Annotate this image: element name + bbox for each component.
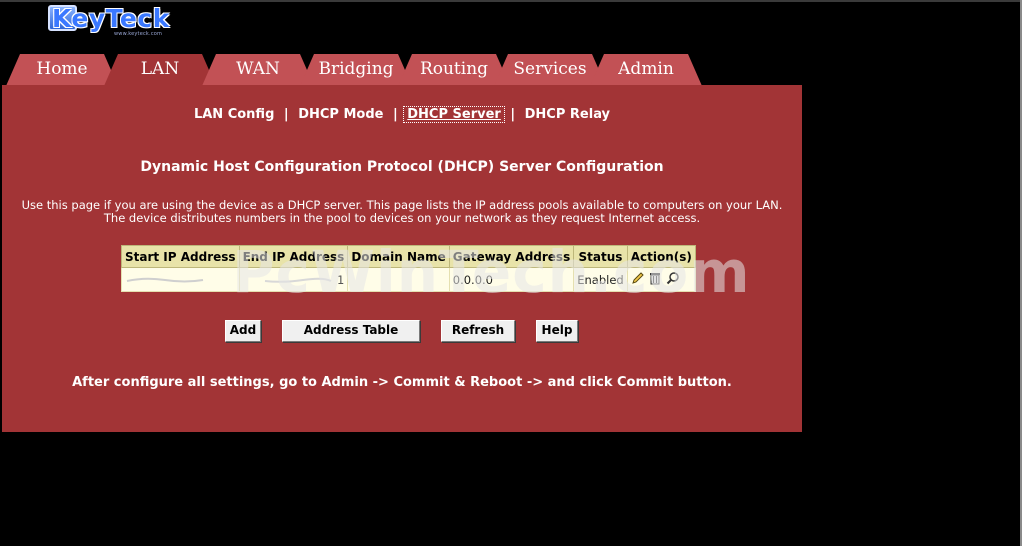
tab-services[interactable]: Services bbox=[494, 54, 606, 86]
subnav-separator: | bbox=[283, 107, 289, 122]
cell-gateway-address: 0.0.0.0 bbox=[448, 267, 575, 292]
col-domain-name: Domain Name bbox=[347, 245, 450, 268]
col-end-ip: End IP Address bbox=[238, 245, 349, 268]
table-row: 1 0.0.0.0 Enabled bbox=[121, 267, 696, 292]
cell-end-ip: 1 bbox=[238, 267, 349, 292]
sub-navigation: LAN Config | DHCP Mode | DHCP Server | D… bbox=[2, 106, 802, 123]
subnav-dhcp-relay[interactable]: DHCP Relay bbox=[522, 107, 613, 122]
address-table-button[interactable]: Address Table bbox=[282, 320, 420, 342]
delete-icon[interactable] bbox=[648, 271, 662, 288]
cell-actions bbox=[626, 267, 696, 292]
ip-pool-table: Start IP Address End IP Address Domain N… bbox=[121, 245, 696, 292]
col-actions: Action(s) bbox=[626, 245, 696, 268]
table-header-row: Start IP Address End IP Address Domain N… bbox=[121, 245, 696, 268]
top-border bbox=[0, 0, 1022, 2]
keyteck-logo: KeyTeck www.keyteck.com bbox=[48, 4, 184, 37]
tab-wan[interactable]: WAN bbox=[202, 54, 314, 86]
page-title: Dynamic Host Configuration Protocol (DHC… bbox=[140, 159, 664, 175]
page-description: Use this page if you are using the devic… bbox=[2, 199, 802, 225]
cell-domain-name bbox=[347, 267, 450, 292]
subnav-separator: | bbox=[510, 107, 516, 122]
end-ip-value: 1 bbox=[337, 272, 345, 287]
subnav-dhcp-mode[interactable]: DHCP Mode bbox=[295, 107, 386, 122]
subnav-dhcp-server[interactable]: DHCP Server bbox=[403, 106, 505, 123]
tab-lan[interactable]: LAN bbox=[104, 54, 216, 86]
redacted-mark bbox=[126, 277, 204, 282]
logo-text: KeyTeck bbox=[52, 4, 170, 33]
col-start-ip: Start IP Address bbox=[121, 245, 240, 268]
commit-note: After configure all settings, go to Admi… bbox=[72, 375, 732, 390]
main-tabs: Home LAN WAN Bridging Routing Services A… bbox=[0, 54, 800, 86]
description-line-2: The device distributes numbers in the po… bbox=[103, 211, 701, 225]
subnav-lan-config[interactable]: LAN Config bbox=[191, 107, 277, 122]
view-details-icon[interactable] bbox=[666, 271, 680, 288]
tab-admin[interactable]: Admin bbox=[590, 54, 702, 86]
logo-subtext: www.keyteck.com bbox=[114, 31, 163, 37]
col-status: Status bbox=[573, 245, 628, 268]
edit-icon[interactable] bbox=[631, 271, 645, 288]
col-gateway-address: Gateway Address bbox=[448, 245, 575, 268]
help-button[interactable]: Help bbox=[536, 320, 578, 342]
cell-start-ip bbox=[121, 267, 240, 292]
content-panel: LAN Config | DHCP Mode | DHCP Server | D… bbox=[2, 85, 802, 432]
subnav-separator: | bbox=[392, 107, 398, 122]
add-button[interactable]: Add bbox=[225, 320, 261, 342]
refresh-button[interactable]: Refresh bbox=[441, 320, 515, 342]
tab-bridging[interactable]: Bridging bbox=[300, 54, 412, 86]
tab-home[interactable]: Home bbox=[6, 54, 118, 86]
tab-routing[interactable]: Routing bbox=[398, 54, 510, 86]
redacted-mark bbox=[265, 277, 332, 283]
cell-status: Enabled bbox=[573, 267, 628, 292]
